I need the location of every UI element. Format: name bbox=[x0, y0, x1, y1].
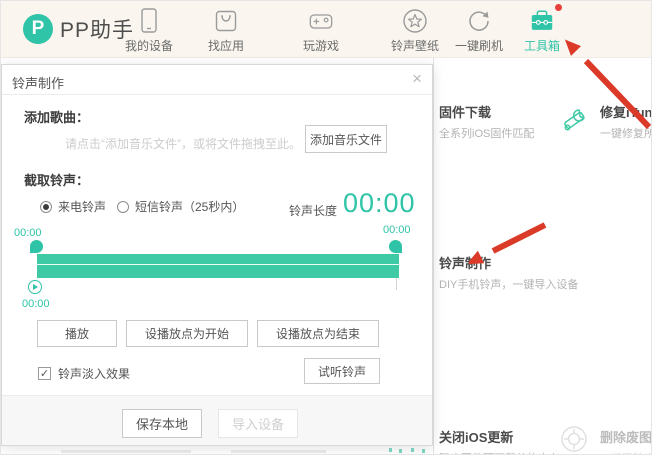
ringtone-length-label: 铃声长度 bbox=[289, 202, 337, 219]
background-waveform-tick bbox=[411, 448, 414, 452]
ringtone-length-value: 00:00 bbox=[343, 188, 416, 219]
tool-title: 删除废图标 bbox=[600, 427, 652, 446]
wrench-icon bbox=[558, 104, 590, 141]
notification-dot bbox=[555, 4, 562, 11]
save-local-button[interactable]: 保存本地 bbox=[122, 409, 202, 438]
radio-label: 短信铃声（25秒内） bbox=[135, 198, 244, 215]
tool-subtitle: 阻止固件预下载节约内存 bbox=[439, 450, 560, 455]
cut-ringtone-label: 截取铃声： bbox=[24, 170, 89, 189]
gamepad-icon bbox=[308, 8, 334, 34]
slider-start-time: 00:00 bbox=[14, 227, 42, 239]
slider-end-handle[interactable] bbox=[389, 240, 402, 253]
add-song-label: 添加歌曲： bbox=[24, 107, 89, 126]
toolbox-panel: 固件下载 全系列iOS固件匹配 修复iTunes 一键修复所有 铃声制作 DIY… bbox=[433, 58, 652, 455]
dialog-footer: 保存本地 导入设备 bbox=[2, 395, 432, 445]
tool-title: 修复iTunes bbox=[600, 102, 652, 121]
dialog-title: 铃声制作 bbox=[12, 73, 64, 92]
background-waveform-tick bbox=[389, 448, 392, 452]
fade-in-checkbox[interactable]: ✓ 铃声淡入效果 bbox=[38, 365, 130, 382]
tool-subtitle: 一键清除废图标 bbox=[600, 450, 652, 455]
play-triangle-icon bbox=[33, 284, 38, 290]
nav-toolbox[interactable]: 工具箱 bbox=[510, 8, 574, 54]
pp-logo-icon: P bbox=[23, 14, 53, 44]
nav-play-games[interactable]: 玩游戏 bbox=[289, 8, 353, 54]
tool-firmware-download[interactable]: 固件下载 全系列iOS固件匹配 bbox=[439, 102, 534, 141]
background-text-remnant bbox=[231, 450, 326, 453]
nav-label: 玩游戏 bbox=[303, 37, 339, 54]
play-button[interactable]: 播放 bbox=[37, 320, 117, 347]
background-waveform-tick bbox=[422, 449, 425, 453]
dialog-titlebar: 铃声制作 × bbox=[2, 65, 432, 95]
toolbox-icon bbox=[529, 8, 555, 34]
background-text-remnant bbox=[61, 450, 191, 453]
waveform-track[interactable] bbox=[37, 254, 399, 278]
ringtone-maker-dialog: 铃声制作 × 添加歌曲： 请点击“添加音乐文件”，或将文件拖拽至此。 添加音乐文… bbox=[1, 64, 433, 446]
top-navigation-bar: P PP助手 我的设备 找应用 bbox=[1, 1, 652, 58]
import-device-button[interactable]: 导入设备 bbox=[218, 409, 298, 438]
nav-ringtone-wallpaper[interactable]: 铃声壁纸 bbox=[383, 8, 447, 54]
tool-subtitle: 全系列iOS固件匹配 bbox=[439, 125, 534, 141]
playhead-time: 00:00 bbox=[22, 298, 50, 310]
nav-my-devices[interactable]: 我的设备 bbox=[117, 8, 181, 54]
radio-selected-icon bbox=[40, 201, 52, 213]
tool-close-ios-update[interactable]: 关闭iOS更新 阻止固件预下载节约内存 bbox=[439, 427, 560, 455]
tool-title: 固件下载 bbox=[439, 102, 534, 121]
tool-subtitle: 一键修复所有 bbox=[600, 125, 652, 141]
track-end-marker bbox=[396, 278, 397, 290]
drop-zone-placeholder: 请点击“添加音乐文件”，或将文件拖拽至此。 bbox=[65, 135, 301, 152]
nav-label: 一键刷机 bbox=[455, 37, 503, 54]
background-waveform-tick bbox=[399, 449, 402, 453]
bag-icon bbox=[213, 8, 239, 34]
nav-find-apps[interactable]: 找应用 bbox=[194, 8, 258, 54]
track-midline bbox=[37, 264, 399, 265]
slider-end-time: 00:00 bbox=[383, 224, 411, 236]
tool-subtitle: DIY手机铃声，一键导入设备 bbox=[439, 276, 578, 292]
playhead-icon[interactable] bbox=[28, 280, 42, 294]
set-end-button[interactable]: 设播放点为结束 bbox=[257, 320, 379, 347]
tool-title: 铃声制作 bbox=[439, 253, 578, 272]
radio-sms-ringtone[interactable]: 短信铃声（25秒内） bbox=[117, 198, 244, 215]
phone-icon bbox=[136, 8, 162, 34]
tool-title: 关闭iOS更新 bbox=[439, 427, 560, 446]
nav-label: 找应用 bbox=[208, 37, 244, 54]
pp-assistant-window: P PP助手 我的设备 找应用 bbox=[0, 0, 652, 455]
radio-label: 来电铃声 bbox=[58, 198, 106, 215]
add-music-file-button[interactable]: 添加音乐文件 bbox=[305, 125, 387, 153]
preview-ringtone-button[interactable]: 试听铃声 bbox=[304, 358, 380, 384]
checkbox-label: 铃声淡入效果 bbox=[58, 365, 130, 382]
gear-icon bbox=[560, 425, 588, 455]
nav-label: 我的设备 bbox=[125, 37, 173, 54]
close-icon[interactable]: × bbox=[412, 69, 422, 89]
radio-unselected-icon bbox=[117, 201, 129, 213]
checkbox-checked-icon: ✓ bbox=[38, 367, 51, 380]
tool-ringtone-maker[interactable]: 铃声制作 DIY手机铃声，一键导入设备 bbox=[439, 253, 578, 292]
set-start-button[interactable]: 设播放点为开始 bbox=[126, 320, 248, 347]
refresh-icon bbox=[466, 8, 492, 34]
slider-start-handle[interactable] bbox=[30, 240, 43, 253]
radio-call-ringtone[interactable]: 来电铃声 bbox=[40, 198, 106, 215]
nav-one-key-flash[interactable]: 一键刷机 bbox=[447, 8, 511, 54]
tool-delete-waste-icons[interactable]: 删除废图标 一键清除废图标 bbox=[600, 427, 652, 455]
star-circle-icon bbox=[402, 8, 428, 34]
tool-fix-itunes[interactable]: 修复iTunes 一键修复所有 bbox=[600, 102, 652, 141]
nav-label: 工具箱 bbox=[524, 37, 560, 54]
nav-label: 铃声壁纸 bbox=[391, 37, 439, 54]
